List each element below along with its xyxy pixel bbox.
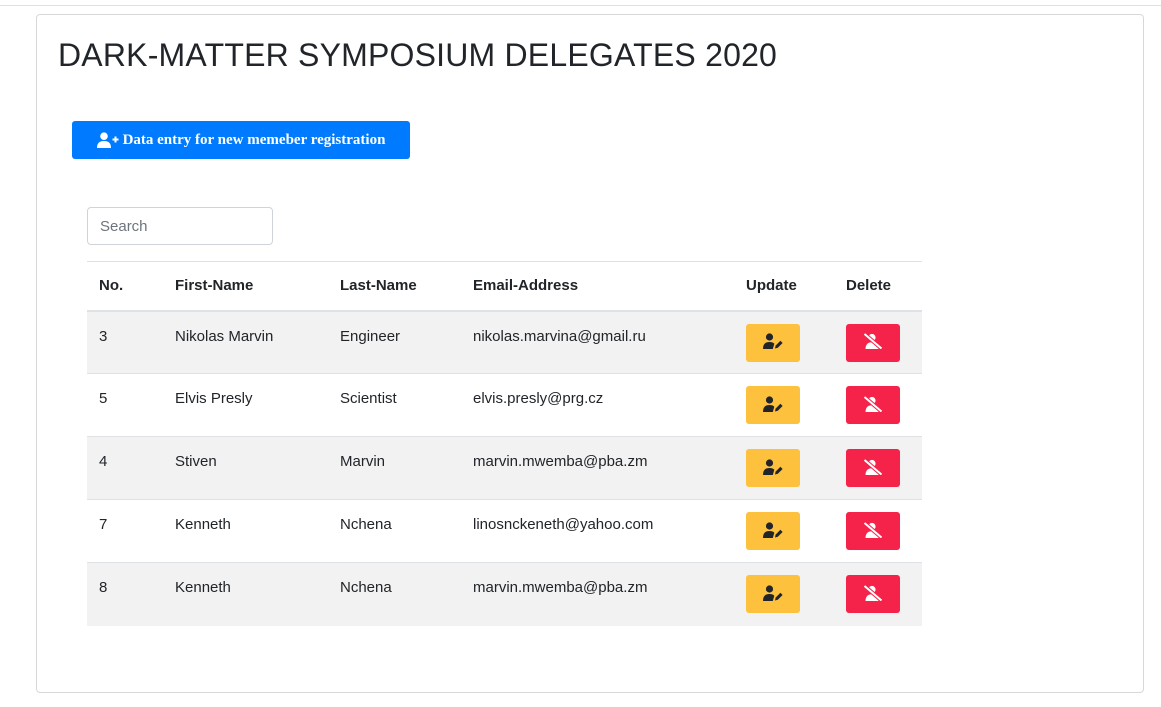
user-slash-icon [863, 457, 883, 478]
table-row: 5 Elvis Presly Scientist elvis.presly@prg.c… [87, 373, 922, 437]
header-first-name: First-Name [175, 277, 254, 295]
page-title: DARK-MATTER SYMPOSIUM DELEGATES 2020 [58, 37, 778, 73]
cell-delete [834, 374, 922, 437]
user-edit-icon [763, 521, 783, 541]
update-button[interactable] [746, 512, 800, 550]
delete-button[interactable] [846, 323, 900, 362]
cell-delete [834, 500, 922, 563]
cell-last-name: Scientist [340, 390, 397, 407]
cell-last-name: Nchena [340, 516, 392, 533]
table-row: 4 Stiven Marvin marvin.mwemba@pba.zm [87, 436, 922, 500]
delete-button[interactable] [846, 512, 900, 550]
cell-update [734, 374, 834, 437]
cell-update [734, 563, 834, 626]
table-row: 3 Nikolas Marvin Engineer nikolas.marvina@g… [87, 310, 922, 374]
add-member-label: Data entry for new memeber registration [122, 131, 386, 148]
header-update: Update [746, 277, 797, 295]
cell-first-name: Kenneth [175, 516, 231, 533]
header-email: Email-Address [473, 277, 579, 295]
table-row: 7 Kenneth Nchena linosnckeneth@yahoo.com [87, 499, 922, 563]
search-input[interactable] [87, 207, 273, 245]
cell-email: linosnckeneth@yahoo.com [473, 516, 654, 533]
cell-last-name: Marvin [340, 453, 386, 470]
user-slash-icon [863, 394, 883, 415]
cell-no: 5 [99, 390, 108, 407]
user-edit-icon [763, 584, 783, 604]
cell-last-name: Nchena [340, 579, 392, 596]
update-button[interactable] [746, 575, 800, 613]
header-delete: Delete [846, 277, 892, 295]
cell-no: 7 [99, 516, 108, 533]
user-edit-icon [763, 395, 783, 415]
add-member-button[interactable]: Data entry for new memeber registration [72, 121, 410, 159]
cell-first-name: Kenneth [175, 579, 231, 596]
delete-button[interactable] [846, 575, 900, 613]
cell-email: marvin.mwemba@pba.zm [473, 453, 648, 470]
user-edit-icon [763, 458, 783, 478]
table-row: 8 Kenneth Nchena marvin.mwemba@pba.zm [87, 562, 922, 626]
user-edit-icon [763, 333, 783, 352]
cell-update [734, 311, 834, 374]
cell-email: elvis.presly@prg.cz [473, 390, 604, 407]
delegates-card: DARK-MATTER SYMPOSIUM DELEGATES 2020 Dat… [36, 14, 1144, 693]
header-last-name: Last-Name [340, 277, 417, 295]
cell-delete [834, 311, 922, 374]
update-button[interactable] [746, 323, 800, 362]
table-header-row: No. First-Name Last-Name Email-Address U… [87, 261, 922, 311]
cell-first-name: Nikolas Marvin [175, 327, 274, 345]
update-button[interactable] [746, 449, 800, 487]
delegates-table: No. First-Name Last-Name Email-Address U… [87, 261, 922, 626]
update-button[interactable] [746, 386, 800, 424]
top-divider [0, 5, 1161, 6]
delete-button[interactable] [846, 386, 900, 424]
cell-no: 8 [99, 579, 108, 596]
cell-no: 4 [99, 453, 108, 470]
header-no: No. [99, 277, 124, 295]
cell-update [734, 500, 834, 563]
cell-no: 3 [99, 327, 108, 345]
user-plus-icon [96, 132, 119, 148]
cell-delete [834, 563, 922, 626]
cell-email: nikolas.marvina@gmail.ru [473, 327, 646, 345]
cell-first-name: Elvis Presly [175, 390, 253, 407]
cell-first-name: Stiven [175, 453, 217, 470]
cell-email: marvin.mwemba@pba.zm [473, 579, 648, 596]
cell-last-name: Engineer [340, 327, 401, 345]
cell-delete [834, 437, 922, 500]
delete-button[interactable] [846, 449, 900, 487]
user-slash-icon [863, 520, 883, 541]
cell-update [734, 437, 834, 500]
user-slash-icon [863, 583, 883, 604]
user-slash-icon [863, 332, 883, 352]
